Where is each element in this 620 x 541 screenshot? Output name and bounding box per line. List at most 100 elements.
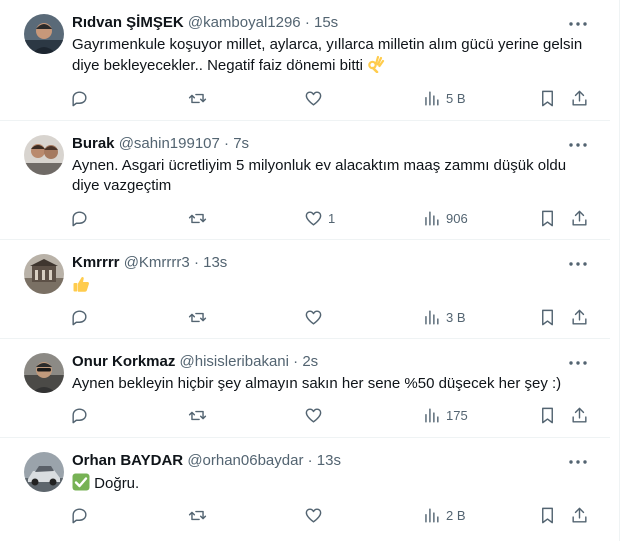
avatar[interactable]: [24, 14, 64, 54]
retweet-button[interactable]: [188, 305, 212, 329]
like-button[interactable]: [304, 305, 328, 329]
separator-dot: ·: [293, 353, 299, 370]
tweet-header: Kmrrrr @Kmrrrr3 · 13s: [72, 253, 227, 273]
bookmark-button[interactable]: [538, 206, 557, 230]
views-button[interactable]: 3 B: [422, 305, 466, 329]
share-button[interactable]: [570, 86, 589, 110]
share-button[interactable]: [570, 503, 589, 527]
user-handle[interactable]: @Kmrrrr3: [124, 254, 190, 271]
like-button[interactable]: [304, 86, 328, 110]
retweet-icon: [188, 312, 207, 322]
views-button[interactable]: 2 B: [422, 503, 466, 527]
separator-dot: ·: [193, 254, 199, 271]
bookmark-icon: [542, 507, 553, 523]
bookmark-button[interactable]: [538, 86, 557, 110]
retweet-button[interactable]: [188, 86, 212, 110]
like-button[interactable]: [304, 503, 328, 527]
reply-button[interactable]: [70, 403, 94, 427]
tweet-header: Onur Korkmaz @hisisleribakani · 2s: [72, 352, 318, 372]
tweet-header: Orhan BAYDAR @orhan06baydar · 13s: [72, 451, 341, 471]
heart-icon: [305, 90, 322, 106]
tweet-text: Aynen bekleyin hiçbir şey almayın sakın …: [72, 374, 592, 394]
reply-button[interactable]: [70, 206, 94, 230]
tweet[interactable]: Burak @sahin199107 · 7s Aynen. Asgari üc…: [0, 121, 610, 240]
tweet[interactable]: Rıdvan ŞİMŞEK @kamboyal1296 · 15s Gayrım…: [0, 0, 610, 121]
timestamp[interactable]: 2s: [302, 353, 318, 370]
timestamp[interactable]: 15s: [314, 14, 338, 31]
heart-icon: [305, 210, 322, 226]
tweet-text: Aynen. Asgari ücretliyim 5 milyonluk ev …: [72, 156, 592, 196]
share-icon: [572, 210, 587, 226]
tweet-text: [72, 275, 592, 299]
separator-dot: ·: [307, 452, 313, 469]
tweet-actions: 175: [70, 403, 589, 427]
share-button[interactable]: [570, 305, 589, 329]
avatar[interactable]: [24, 135, 64, 175]
views-button[interactable]: 5 B: [422, 86, 466, 110]
heart-icon: [305, 507, 322, 523]
display-name[interactable]: Burak: [72, 135, 115, 152]
analytics-icon: [425, 309, 439, 325]
views-button[interactable]: 906: [422, 206, 468, 230]
like-button[interactable]: [304, 403, 328, 427]
timestamp[interactable]: 7s: [233, 135, 249, 152]
retweet-button[interactable]: [188, 403, 212, 427]
reply-icon: [72, 407, 87, 423]
display-name[interactable]: Onur Korkmaz: [72, 353, 175, 370]
more-options-icon[interactable]: [566, 450, 590, 474]
analytics-icon: [425, 210, 439, 226]
more-options-icon[interactable]: [566, 351, 590, 375]
tweet[interactable]: Orhan BAYDAR @orhan06baydar · 13s Doğru.…: [0, 438, 610, 541]
bookmark-button[interactable]: [538, 305, 557, 329]
reply-button[interactable]: [70, 503, 94, 527]
avatar[interactable]: [24, 452, 64, 492]
bookmark-icon: [542, 309, 553, 325]
view-count: 3 B: [446, 309, 466, 325]
timestamp[interactable]: 13s: [203, 254, 227, 271]
more-options-icon[interactable]: [566, 133, 590, 157]
views-button[interactable]: 175: [422, 403, 468, 427]
display-name[interactable]: Kmrrrr: [72, 254, 120, 271]
avatar[interactable]: [24, 353, 64, 393]
tweet-actions: 3 B: [70, 305, 589, 329]
retweet-icon: [188, 410, 207, 420]
reply-feed: Rıdvan ŞİMŞEK @kamboyal1296 · 15s Gayrım…: [0, 0, 620, 541]
avatar[interactable]: [24, 254, 64, 294]
tweet-body: Aynen. Asgari ücretliyim 5 milyonluk ev …: [72, 157, 567, 194]
tweet-actions: 1 906: [70, 206, 589, 230]
bookmark-button[interactable]: [538, 503, 557, 527]
bookmark-icon: [542, 90, 553, 106]
more-options-icon[interactable]: [566, 252, 590, 276]
tweet[interactable]: Onur Korkmaz @hisisleribakani · 2s Aynen…: [0, 339, 610, 438]
tweet-body: Doğru.: [94, 475, 140, 492]
thumbs-up-emoji-icon: [72, 275, 90, 299]
share-button[interactable]: [570, 403, 589, 427]
share-button[interactable]: [570, 206, 589, 230]
tweet[interactable]: Kmrrrr @Kmrrrr3 · 13s 3 B: [0, 240, 610, 339]
user-handle[interactable]: @sahin199107: [119, 135, 220, 152]
bookmark-button[interactable]: [538, 403, 557, 427]
share-icon: [572, 407, 587, 423]
share-icon: [572, 507, 587, 523]
like-button[interactable]: 1: [304, 206, 335, 230]
bookmark-icon: [542, 210, 553, 226]
separator-dot: ·: [224, 135, 230, 152]
retweet-icon: [188, 510, 207, 520]
display-name[interactable]: Rıdvan ŞİMŞEK: [72, 14, 184, 31]
display-name[interactable]: Orhan BAYDAR: [72, 452, 183, 469]
timestamp[interactable]: 13s: [317, 452, 341, 469]
user-handle[interactable]: @kamboyal1296: [188, 14, 301, 31]
user-handle[interactable]: @orhan06baydar: [187, 452, 303, 469]
tweet-text: Gayrımenkule koşuyor millet, aylarca, yı…: [72, 35, 592, 79]
user-handle[interactable]: @hisisleribakani: [180, 353, 289, 370]
more-options-icon[interactable]: [566, 12, 590, 36]
ok-hand-emoji-icon: [367, 55, 385, 79]
retweet-button[interactable]: [188, 206, 212, 230]
retweet-button[interactable]: [188, 503, 212, 527]
reply-button[interactable]: [70, 305, 94, 329]
reply-icon: [72, 309, 87, 325]
reply-button[interactable]: [70, 86, 94, 110]
tweet-actions: 5 B: [70, 86, 589, 110]
view-count: 5 B: [446, 90, 466, 106]
reply-icon: [72, 507, 87, 523]
